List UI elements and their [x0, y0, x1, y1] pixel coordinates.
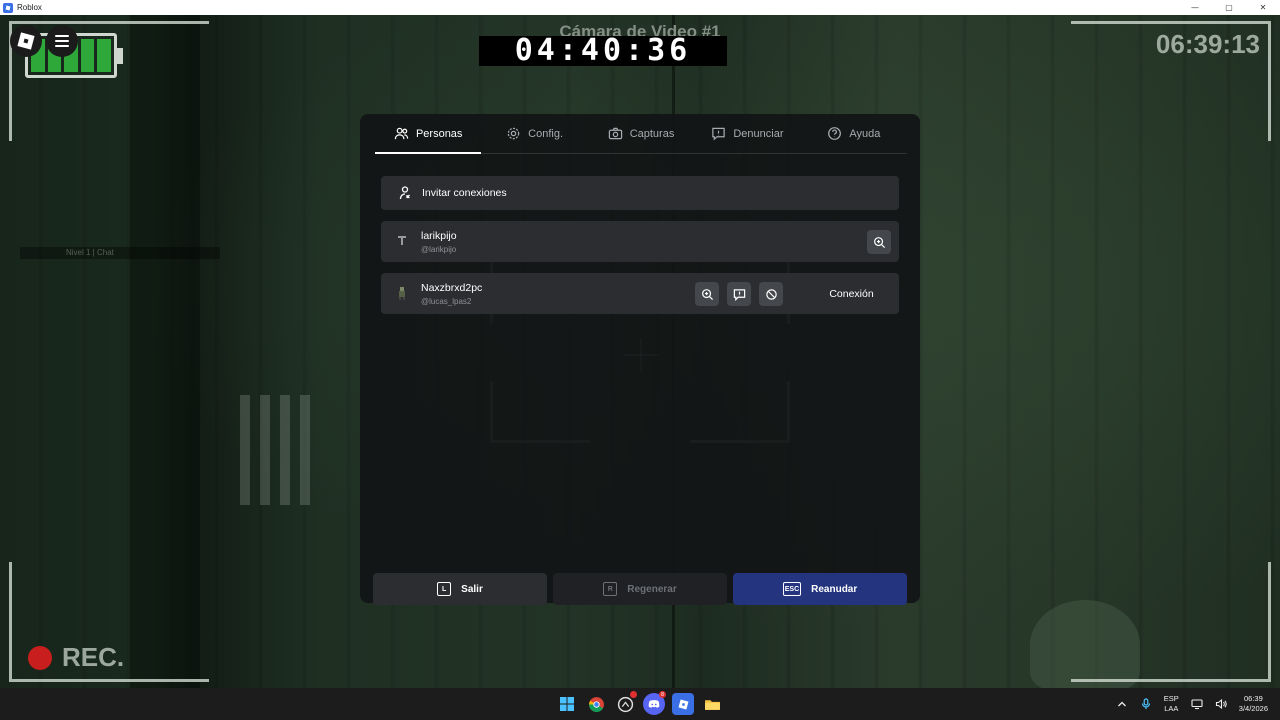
battery-cell: [80, 39, 95, 72]
reset-label: Regenerar: [627, 583, 677, 595]
hamburger-menu-icon[interactable]: [46, 25, 78, 57]
network-icon[interactable]: [1191, 698, 1203, 710]
player-avatar: [399, 287, 405, 300]
rec-indicator: REC.: [28, 642, 124, 673]
player-handle: @lucas_lpas2: [421, 297, 472, 306]
zoom-icon: [873, 236, 885, 248]
inspect-button[interactable]: [695, 282, 719, 306]
player-avatar: [398, 236, 406, 245]
key-hint: L: [437, 582, 452, 596]
discord-icon[interactable]: 8: [643, 691, 666, 715]
zoom-icon: [701, 288, 713, 300]
fence: [240, 395, 310, 505]
battery-cell: [97, 39, 111, 72]
connect-button[interactable]: Conexión: [804, 273, 899, 314]
report-player-button[interactable]: [727, 282, 751, 306]
player-handle: @larikpijo: [421, 245, 457, 254]
rec-dot-icon: [28, 645, 52, 670]
player-name: Naxzbrxd2pc: [421, 282, 483, 294]
report-icon: [733, 288, 745, 301]
blurred-sign: Nivel 1 | Chat: [20, 247, 220, 259]
window-title: Roblox: [17, 3, 42, 12]
microphone-icon[interactable]: [1140, 698, 1152, 710]
camera-frame-corner-bottom-right: [1071, 562, 1271, 682]
recording-timer: 04:40:36: [479, 36, 727, 66]
player-name: larikpijo: [421, 230, 457, 242]
windows-start-icon[interactable]: [556, 693, 578, 715]
invite-connections-button[interactable]: Invitar conexiones: [381, 176, 899, 210]
report-icon: [712, 127, 726, 141]
tab-label: Config.: [528, 127, 564, 140]
taskbar-apps: 8: [556, 691, 723, 715]
menu-tabs: Personas Config. Capturas Denunciar Ayud…: [375, 114, 907, 154]
tab-personas[interactable]: Personas: [375, 114, 482, 154]
key-hint: ESC: [782, 582, 802, 596]
game-viewport[interactable]: Nivel 1 | Chat Cámara de Video #1 04:40:…: [0, 15, 1280, 688]
chevron-up-icon[interactable]: [1116, 698, 1128, 710]
taskbar-time: 06:39: [1244, 694, 1263, 703]
taskbar-clock[interactable]: 06:39 3/4/2026: [1239, 694, 1268, 714]
inspect-button[interactable]: [867, 230, 891, 254]
add-person-icon: [399, 186, 410, 200]
block-player-button[interactable]: [759, 282, 783, 306]
tab-capturas[interactable]: Capturas: [588, 114, 694, 153]
windows-taskbar: 8 ESP LAA 06:39 3/4/2026: [0, 688, 1280, 720]
escape-menu-panel: Personas Config. Capturas Denunciar Ayud…: [360, 114, 920, 605]
invite-label: Invitar conexiones: [422, 187, 507, 199]
discord-badge: 8: [659, 691, 666, 698]
tab-label: Capturas: [629, 127, 675, 140]
leave-button[interactable]: L Salir: [373, 573, 547, 605]
volume-icon[interactable]: [1215, 698, 1227, 710]
player-row: larikpijo @larikpijo: [381, 221, 899, 262]
window-titlebar: Roblox — ▢ ✕: [0, 0, 1280, 15]
system-tray: ESP LAA 06:39 3/4/2026: [1116, 688, 1268, 720]
taskbar-date: 3/4/2026: [1238, 704, 1268, 713]
resume-label: Reanudar: [811, 583, 858, 595]
tab-ayuda[interactable]: Ayuda: [801, 114, 907, 153]
tab-label: Ayuda: [849, 127, 881, 140]
leave-label: Salir: [461, 583, 483, 595]
tab-label: Personas: [415, 127, 463, 140]
people-icon: [394, 127, 409, 140]
help-icon: [828, 127, 842, 140]
chrome-icon[interactable]: [585, 693, 607, 715]
resume-button[interactable]: ESC Reanudar: [733, 573, 907, 605]
tab-label: Denunciar: [733, 127, 784, 140]
language-indicator[interactable]: ESP LAA: [1164, 694, 1179, 714]
gear-icon: [507, 127, 520, 140]
window-controls: — ▢ ✕: [1178, 0, 1280, 15]
layout-label: LAA: [1164, 704, 1179, 713]
key-hint: R: [603, 582, 618, 596]
player-row: Naxzbrxd2pc @lucas_lpas2 Conexión: [381, 273, 899, 314]
game-icon[interactable]: [614, 691, 637, 715]
rec-label: REC.: [62, 642, 125, 672]
minimize-button[interactable]: —: [1178, 0, 1212, 15]
language-label: ESP: [1163, 694, 1179, 703]
roblox-app-icon: [3, 2, 13, 13]
file-explorer-icon[interactable]: [701, 693, 723, 715]
tab-config[interactable]: Config.: [481, 114, 587, 153]
reset-character-button[interactable]: R Regenerar: [553, 573, 727, 605]
roblox-icon[interactable]: [672, 693, 694, 715]
block-icon: [765, 288, 777, 300]
camera-clock: 06:39:13: [1155, 29, 1260, 59]
notification-dot: [630, 691, 637, 698]
tab-denunciar[interactable]: Denunciar: [694, 114, 800, 153]
roblox-menu-icon[interactable]: [10, 25, 42, 57]
close-window-button[interactable]: ✕: [1246, 0, 1280, 15]
maximize-button[interactable]: ▢: [1212, 0, 1246, 15]
camera-icon: [608, 127, 622, 140]
